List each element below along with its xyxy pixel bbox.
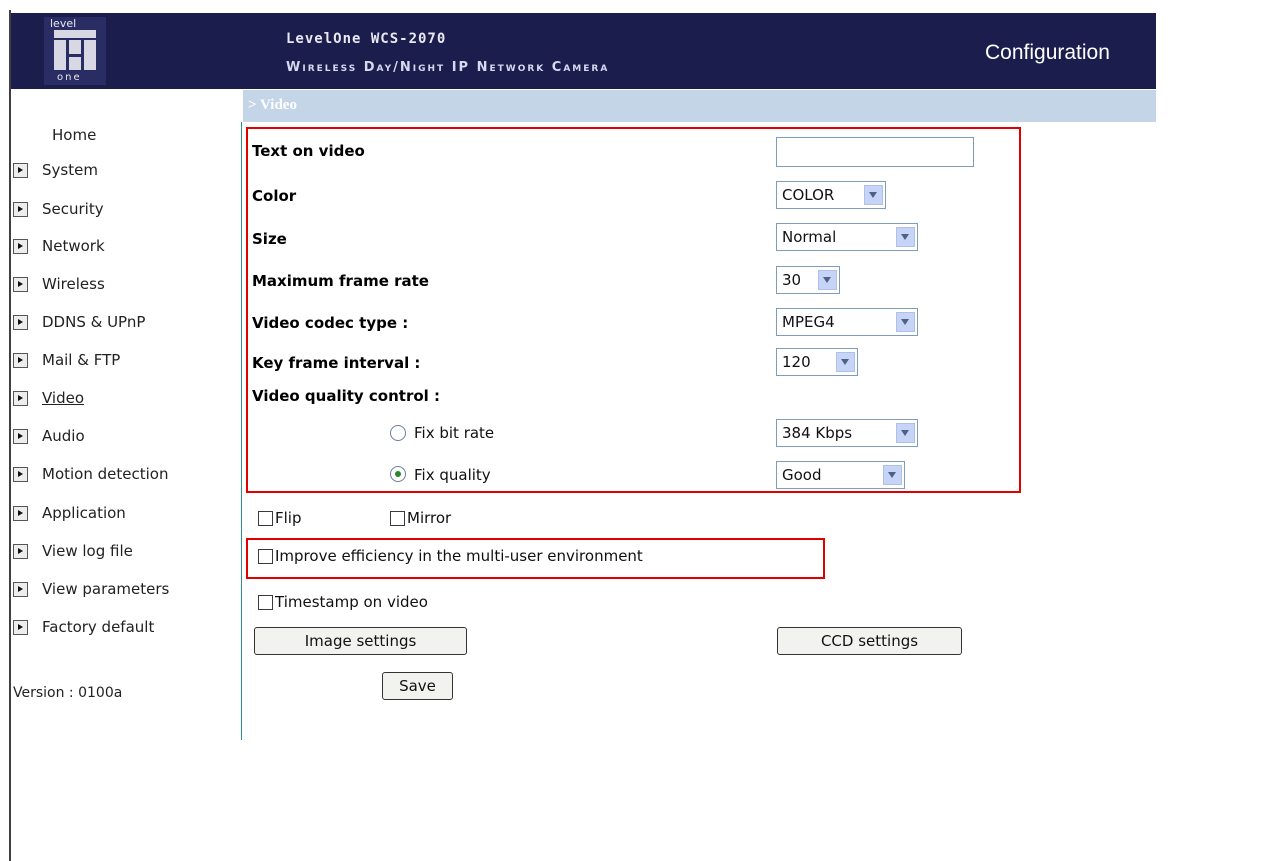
fix-quality-radio[interactable]: [390, 466, 406, 482]
bit-rate-select[interactable]: 384 Kbps: [776, 419, 918, 447]
sidebar-item-label: Application: [42, 504, 126, 522]
logo-bottom-text: one: [57, 72, 82, 83]
sidebar-item-ddns-upnp[interactable]: DDNS & UPnP: [13, 312, 145, 332]
firmware-version: Version : 0100a: [13, 685, 123, 701]
sidebar-item-security[interactable]: Security: [13, 199, 104, 219]
text-on-video-input[interactable]: [776, 137, 974, 167]
arrow-right-icon: [13, 352, 28, 368]
chevron-down-icon: [896, 227, 915, 247]
sidebar-item-label: View parameters: [42, 580, 170, 598]
arrow-right-icon: [13, 162, 28, 178]
color-select[interactable]: COLOR: [776, 181, 886, 209]
sidebar-item-label: Security: [42, 200, 104, 218]
mirror-label: Mirror: [407, 509, 452, 527]
page-title: Configuration: [985, 41, 1110, 64]
arrow-right-icon: [13, 314, 28, 330]
logo-top-text: level: [50, 17, 77, 30]
product-subtitle: Wireless Day/Night IP Network Camera: [286, 60, 610, 75]
sidebar-item-wireless[interactable]: Wireless: [13, 274, 105, 294]
sidebar-item-label: DDNS & UPnP: [42, 313, 146, 331]
arrow-right-icon: [13, 619, 28, 635]
sidebar-item-audio[interactable]: Audio: [13, 426, 85, 446]
chevron-down-icon: [818, 270, 837, 290]
sidebar-item-label: Wireless: [42, 275, 105, 293]
sidebar: [11, 90, 242, 740]
sidebar-item-label: Video: [42, 389, 85, 407]
size-label: Size: [252, 230, 287, 248]
sidebar-item-view-parameters[interactable]: View parameters: [13, 579, 169, 599]
header-banner: level one LevelOne WCS-2070 Wireless Day…: [11, 13, 1156, 89]
key-frame-label: Key frame interval :: [252, 354, 421, 372]
codec-select[interactable]: MPEG4: [776, 308, 918, 336]
fix-bit-rate-label: Fix bit rate: [414, 424, 495, 442]
frame-rate-select[interactable]: 30: [776, 266, 840, 294]
sidebar-item-label: Network: [42, 237, 105, 255]
timestamp-label: Timestamp on video: [275, 593, 428, 611]
chevron-down-icon: [883, 465, 902, 485]
flip-checkbox[interactable]: [258, 511, 273, 526]
levelone-logo: level one: [44, 17, 106, 85]
arrow-right-icon: [13, 505, 28, 521]
size-select[interactable]: Normal: [776, 223, 918, 251]
sidebar-item-mail-ftp[interactable]: Mail & FTP: [13, 350, 120, 370]
sidebar-item-label: System: [42, 161, 98, 179]
sidebar-item-view-log-file[interactable]: View log file: [13, 541, 133, 561]
fix-bit-rate-radio[interactable]: [390, 425, 406, 441]
fix-quality-label: Fix quality: [414, 466, 491, 484]
sidebar-item-label: Motion detection: [42, 465, 169, 483]
sidebar-item-motion-detection[interactable]: Motion detection: [13, 464, 168, 484]
improve-efficiency-checkbox[interactable]: [258, 549, 273, 564]
sidebar-item-application[interactable]: Application: [13, 503, 126, 523]
size-select-value: Normal: [782, 228, 837, 246]
arrow-right-icon: [13, 581, 28, 597]
sidebar-item-label: Factory default: [42, 618, 155, 636]
quality-select-value: Good: [782, 466, 822, 484]
chevron-down-icon: [896, 423, 915, 443]
product-name: LevelOne WCS-2070: [286, 31, 447, 47]
sidebar-item-network[interactable]: Network: [13, 236, 105, 256]
sidebar-item-label: View log file: [42, 542, 133, 560]
arrow-right-icon: [13, 466, 28, 482]
improve-efficiency-label: Improve efficiency in the multi-user env…: [275, 547, 643, 565]
sidebar-divider: [241, 122, 242, 740]
arrow-right-icon: [13, 276, 28, 292]
breadcrumb-bar: > Video: [243, 90, 1156, 122]
arrow-right-icon: [13, 238, 28, 254]
flip-label: Flip: [275, 509, 302, 527]
breadcrumb: > Video: [248, 97, 297, 113]
sidebar-item-home[interactable]: Home: [52, 126, 96, 144]
chevron-down-icon: [864, 185, 883, 205]
frame-rate-select-value: 30: [782, 271, 802, 289]
frame-rate-label: Maximum frame rate: [252, 272, 429, 290]
codec-label: Video codec type :: [252, 314, 409, 332]
mirror-checkbox[interactable]: [390, 511, 405, 526]
sidebar-item-label: Mail & FTP: [42, 351, 121, 369]
key-frame-select-value: 120: [782, 353, 811, 371]
arrow-right-icon: [13, 201, 28, 217]
color-label: Color: [252, 187, 297, 205]
sidebar-item-video[interactable]: Video: [13, 388, 84, 408]
chevron-down-icon: [836, 352, 855, 372]
chevron-down-icon: [896, 312, 915, 332]
ccd-settings-button[interactable]: CCD settings: [777, 627, 962, 655]
image-settings-button[interactable]: Image settings: [254, 627, 467, 655]
sidebar-item-label: Audio: [42, 427, 85, 445]
text-on-video-label: Text on video: [252, 142, 365, 160]
bit-rate-select-value: 384 Kbps: [782, 424, 853, 442]
color-select-value: COLOR: [782, 186, 835, 204]
arrow-right-icon: [13, 390, 28, 406]
save-button[interactable]: Save: [382, 672, 453, 700]
codec-select-value: MPEG4: [782, 313, 835, 331]
key-frame-select[interactable]: 120: [776, 348, 858, 376]
timestamp-checkbox[interactable]: [258, 595, 273, 610]
quality-select[interactable]: Good: [776, 461, 905, 489]
quality-control-label: Video quality control :: [252, 387, 441, 405]
sidebar-item-factory-default[interactable]: Factory default: [13, 617, 154, 637]
logo-blocks-icon: [54, 30, 96, 70]
arrow-right-icon: [13, 428, 28, 444]
arrow-right-icon: [13, 543, 28, 559]
sidebar-item-system[interactable]: System: [13, 160, 98, 180]
